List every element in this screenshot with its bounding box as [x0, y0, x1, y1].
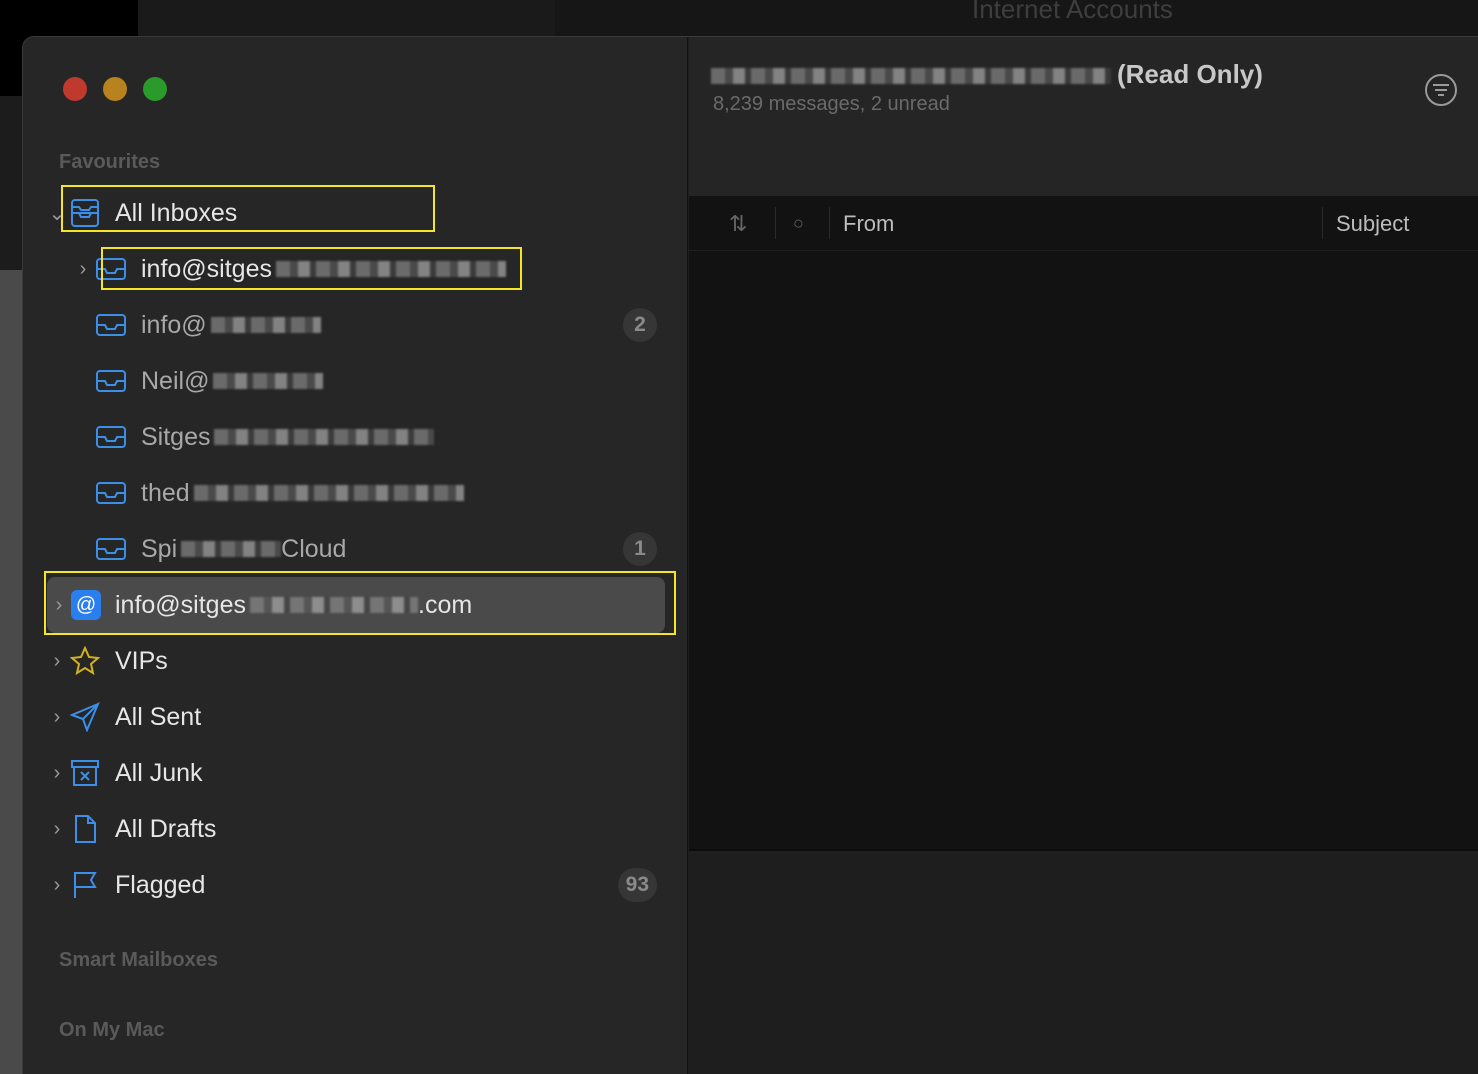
- close-button[interactable]: [63, 77, 87, 101]
- column-separator: [775, 207, 776, 239]
- column-separator: [829, 207, 830, 239]
- paper-plane-icon: [69, 701, 101, 733]
- sidebar-item-label: Sitges: [141, 422, 211, 451]
- sidebar-item-inbox[interactable]: info@ 2: [71, 297, 667, 353]
- chevron-right-icon[interactable]: ›: [45, 650, 69, 673]
- sidebar-item-flagged[interactable]: › Flagged 93: [45, 857, 667, 913]
- sidebar-item-inbox[interactable]: Neil@: [71, 353, 667, 409]
- count-badge: 93: [617, 868, 657, 902]
- flag-icon: [69, 869, 101, 901]
- highlight-box: [44, 571, 676, 635]
- unread-badge: 2: [623, 308, 657, 342]
- sidebar-item-all-sent[interactable]: › All Sent: [45, 689, 667, 745]
- sidebar-item-inbox[interactable]: Spi Cloud 1: [71, 521, 667, 577]
- junk-box-icon: [69, 757, 101, 789]
- inbox-icon: [95, 533, 127, 565]
- column-subject[interactable]: Subject: [1336, 211, 1409, 237]
- section-on-my-mac: On My Mac: [59, 1019, 165, 1041]
- sidebar-item-label: All Junk: [115, 758, 203, 787]
- mail-window: Favourites ⌄ All Inboxes › info@sitges i…: [22, 36, 1478, 1074]
- sort-icon[interactable]: ⇅: [729, 211, 747, 237]
- column-header: ⇅ ○ From Subject: [689, 197, 1478, 251]
- minimize-button[interactable]: [103, 77, 127, 101]
- inbox-icon: [95, 477, 127, 509]
- mailbox-title: (Read Only): [711, 59, 1263, 90]
- zoom-button[interactable]: [143, 77, 167, 101]
- sidebar-item-label: Neil@: [141, 366, 210, 395]
- document-icon: [69, 813, 101, 845]
- background-window-edge: [0, 270, 22, 1074]
- redacted-text: [213, 373, 324, 389]
- column-from[interactable]: From: [843, 211, 894, 237]
- chevron-right-icon[interactable]: ›: [71, 258, 95, 281]
- chevron-right-icon[interactable]: ›: [45, 762, 69, 785]
- redacted-text: [214, 429, 435, 445]
- sidebar-item-label: All Drafts: [115, 814, 217, 843]
- sidebar-item-vips[interactable]: › VIPs: [45, 633, 667, 689]
- sidebar-item-inbox[interactable]: Sitges: [71, 409, 667, 465]
- column-separator: [1322, 207, 1323, 239]
- sidebar-item-label: All Sent: [115, 702, 202, 731]
- star-icon: [69, 645, 101, 677]
- sidebar-item-label-end: Cloud: [281, 534, 347, 563]
- sidebar-item-all-drafts[interactable]: › All Drafts: [45, 801, 667, 857]
- unread-column-icon[interactable]: ○: [793, 213, 804, 234]
- inbox-icon: [95, 421, 127, 453]
- chevron-right-icon[interactable]: ›: [45, 874, 69, 897]
- sidebar: Favourites ⌄ All Inboxes › info@sitges i…: [23, 37, 688, 1074]
- section-favourites: Favourites: [59, 151, 161, 173]
- sidebar-item-label: thed: [141, 478, 190, 507]
- sidebar-item-label: Flagged: [115, 870, 206, 899]
- message-list[interactable]: [689, 251, 1478, 849]
- highlight-box: [61, 185, 435, 232]
- redacted-text: [210, 317, 321, 333]
- sidebar-item-label: VIPs: [115, 646, 168, 675]
- background-window-title: Internet Accounts: [972, 0, 1173, 24]
- inbox-icon: [95, 365, 127, 397]
- sidebar-item-label: info@: [141, 310, 207, 339]
- message-list-header: (Read Only) 8,239 messages, 2 unread: [689, 37, 1478, 197]
- highlight-box: [101, 247, 522, 290]
- redacted-text: [193, 485, 464, 501]
- section-smart-mailboxes: Smart Mailboxes: [59, 949, 218, 971]
- sidebar-item-all-junk[interactable]: › All Junk: [45, 745, 667, 801]
- sidebar-item-inbox[interactable]: thed: [71, 465, 667, 521]
- message-preview: [689, 849, 1478, 1074]
- inbox-icon: [95, 309, 127, 341]
- message-count: 8,239 messages, 2 unread: [713, 93, 950, 115]
- redacted-text: [181, 541, 282, 557]
- sidebar-item-label: Spi: [141, 534, 178, 563]
- chevron-right-icon[interactable]: ›: [45, 818, 69, 841]
- background-window-titlebar: Internet Accounts: [555, 0, 1478, 36]
- unread-badge: 1: [623, 532, 657, 566]
- redacted-text: [711, 68, 1111, 85]
- filter-icon[interactable]: [1424, 73, 1458, 107]
- chevron-right-icon[interactable]: ›: [45, 706, 69, 729]
- read-only-label: (Read Only): [1117, 59, 1263, 89]
